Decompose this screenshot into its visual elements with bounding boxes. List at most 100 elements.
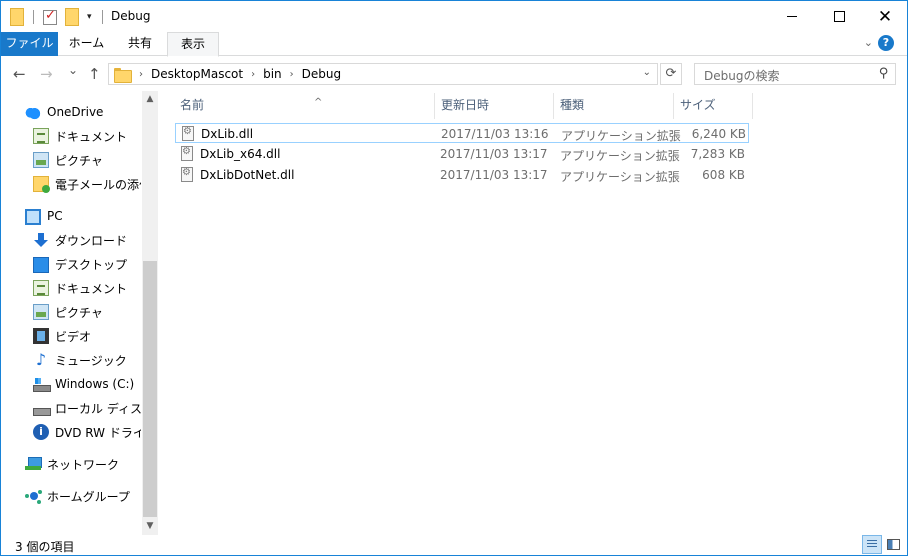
sidebar-item-label: デスクトップ (55, 257, 128, 272)
documents-icon (33, 280, 49, 296)
maximize-button[interactable] (816, 1, 862, 32)
search-icon[interactable]: ⚲ (879, 66, 889, 81)
minimize-button[interactable] (769, 1, 815, 32)
folder-icon (33, 176, 50, 193)
sidebar-item-windows-c[interactable]: Windows (C:) (33, 374, 141, 394)
details-view-icon[interactable] (862, 535, 882, 554)
windows-drive-icon (33, 376, 51, 392)
file-list: 名前 ^ 更新日時 種類 サイズ DxLib.dll 2017/11/03 13… (158, 91, 907, 535)
column-header-size[interactable]: サイズ (674, 91, 752, 119)
sidebar-item-label: ローカル ディスク (D (55, 401, 141, 416)
column-header-date[interactable]: 更新日時 (435, 91, 553, 119)
properties-icon[interactable] (43, 8, 57, 25)
column-header-type[interactable]: 種類 (554, 91, 672, 119)
window-title: Debug (111, 9, 151, 23)
refresh-button[interactable]: ⟳ (660, 63, 682, 85)
sidebar-item-email-attachments[interactable]: 電子メールの添付 (33, 174, 141, 194)
sidebar-item-downloads[interactable]: ダウンロード (33, 230, 141, 250)
sidebar-item-label: ミュージック (55, 353, 127, 368)
status-bar: 3 個の項目 (1, 535, 907, 555)
address-bar[interactable]: › DesktopMascot › bin › Debug ⌄ (108, 63, 658, 85)
file-name: DxLibDotNet.dll (200, 168, 295, 182)
file-date: 2017/11/03 13:17 (440, 147, 548, 161)
video-icon (33, 328, 49, 344)
recent-locations-button[interactable]: ⌄ (68, 63, 78, 77)
sidebar-item-onedrive-documents[interactable]: ドキュメント (33, 126, 141, 146)
sidebar-item-pc[interactable]: PC (25, 206, 145, 226)
back-button[interactable]: ← (13, 65, 26, 83)
help-icon[interactable]: ? (878, 35, 894, 51)
item-count: 3 個の項目 (15, 540, 75, 554)
computer-icon (25, 209, 41, 225)
sidebar-item-label: ホームグループ (47, 489, 130, 504)
sidebar-item-videos[interactable]: ビデオ (33, 326, 141, 346)
homegroup-icon (25, 488, 41, 504)
column-header-name[interactable]: 名前 ^ (174, 91, 434, 119)
file-row[interactable]: DxLibDotNet.dll 2017/11/03 13:17 アプリケーショ… (175, 165, 749, 185)
pictures-icon (33, 304, 49, 320)
file-date: 2017/11/03 13:17 (440, 168, 548, 182)
sidebar-item-desktop[interactable]: デスクトップ (33, 254, 141, 274)
tab-share[interactable]: 共有 (115, 32, 165, 56)
dll-file-icon (181, 167, 193, 182)
sidebar-item-onedrive[interactable]: OneDrive (25, 102, 145, 122)
file-size: 6,240 KB (691, 127, 746, 141)
navigation-pane-scrollbar[interactable]: ▲ ▼ (142, 91, 158, 535)
sidebar-item-label: ピクチャ (55, 153, 103, 168)
sidebar-item-pictures[interactable]: ピクチャ (33, 302, 141, 322)
file-name: DxLib.dll (201, 127, 254, 141)
customize-toolbar-icon[interactable]: ▾ (87, 12, 92, 22)
dvd-drive-icon: i (33, 424, 49, 440)
sidebar-item-onedrive-pictures[interactable]: ピクチャ (33, 150, 141, 170)
close-button[interactable]: ✕ (862, 1, 908, 32)
file-row[interactable]: DxLib_x64.dll 2017/11/03 13:17 アプリケーション拡… (175, 144, 749, 164)
large-icons-view-icon[interactable] (883, 535, 903, 554)
pictures-icon (33, 152, 49, 168)
scrollbar-thumb[interactable] (143, 261, 157, 517)
file-type: アプリケーション拡張 (560, 170, 680, 184)
chevron-right-icon[interactable]: › (251, 69, 255, 80)
dll-file-icon (182, 126, 194, 141)
sidebar-item-dvd-drive[interactable]: i DVD RW ドライブ ( (33, 422, 141, 442)
download-icon (33, 232, 49, 248)
scroll-up-icon[interactable]: ▲ (142, 91, 158, 108)
column-header-label: 名前 (180, 98, 205, 112)
breadcrumb-desktopmascot[interactable]: DesktopMascot (151, 67, 243, 81)
column-divider[interactable] (752, 93, 753, 119)
chevron-right-icon[interactable]: › (290, 69, 294, 80)
breadcrumb-bin[interactable]: bin (263, 67, 282, 81)
search-input[interactable]: Debugの検索 ⚲ (694, 63, 896, 85)
sidebar-item-music[interactable]: ♪ ミュージック (33, 350, 141, 370)
tab-view[interactable]: 表示 (167, 32, 219, 57)
breadcrumb: › DesktopMascot › bin › Debug (135, 64, 341, 84)
sidebar-item-network[interactable]: ネットワーク (25, 454, 145, 474)
sidebar-item-label: ドキュメント (55, 129, 128, 144)
sidebar-item-local-disk-d[interactable]: ローカル ディスク (D (33, 398, 141, 418)
file-row[interactable]: DxLib.dll 2017/11/03 13:16 アプリケーション拡張 6,… (175, 123, 749, 143)
search-placeholder: Debugの検索 (704, 69, 780, 83)
toolbar-separator (102, 10, 103, 24)
up-button[interactable]: ↑ (88, 65, 101, 83)
hard-drive-icon (33, 400, 51, 416)
file-type: アプリケーション拡張 (561, 129, 681, 143)
toolbar-separator (33, 10, 34, 24)
title-bar: ▾ Debug ✕ (1, 1, 907, 32)
dll-file-icon (181, 146, 193, 161)
tab-home[interactable]: ホーム (58, 32, 115, 56)
scroll-down-icon[interactable]: ▼ (142, 518, 158, 535)
sidebar-item-label: PC (47, 209, 63, 223)
breadcrumb-debug[interactable]: Debug (302, 67, 341, 81)
explorer-window: ▾ Debug ✕ ファイル ホーム 共有 表示 ⌄ ? ← → ⌄ ↑ › D… (0, 0, 908, 556)
quick-access-toolbar (10, 8, 24, 26)
chevron-down-icon[interactable]: ⌄ (643, 67, 651, 78)
new-folder-icon[interactable] (65, 8, 79, 26)
file-size: 608 KB (702, 168, 745, 182)
sidebar-item-documents[interactable]: ドキュメント (33, 278, 141, 298)
sidebar-item-label: ピクチャ (55, 305, 103, 320)
chevron-right-icon[interactable]: › (139, 69, 143, 80)
forward-button[interactable]: → (40, 65, 53, 83)
file-size: 7,283 KB (690, 147, 745, 161)
sidebar-item-homegroup[interactable]: ホームグループ (25, 486, 145, 506)
ribbon-expand-icon[interactable]: ⌄ (864, 36, 873, 49)
tab-file[interactable]: ファイル (1, 32, 58, 56)
